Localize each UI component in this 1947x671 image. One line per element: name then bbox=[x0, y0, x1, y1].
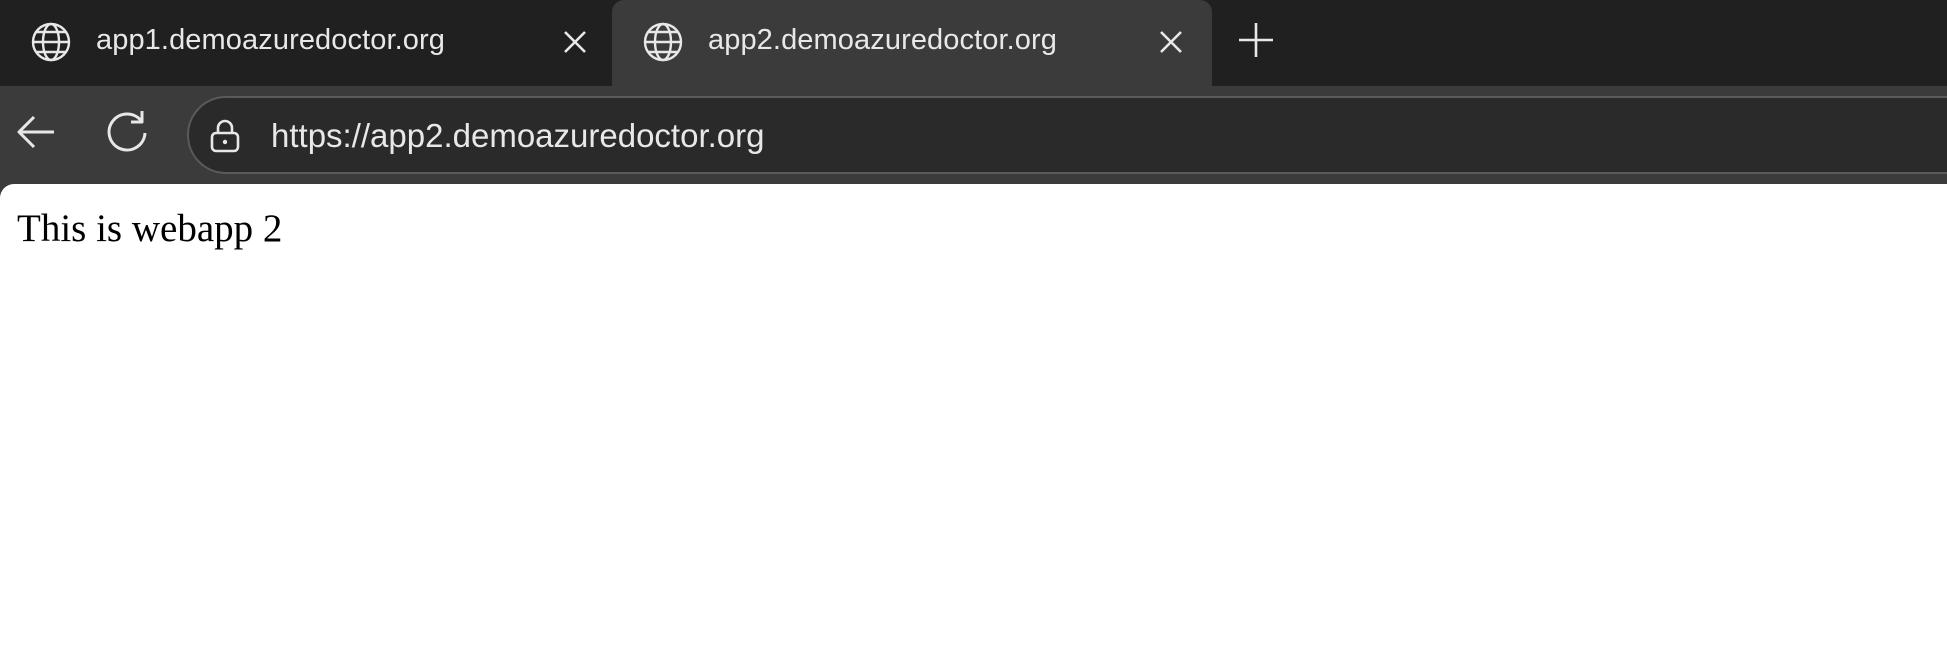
page-viewport: This is webapp 2 bbox=[0, 184, 1947, 671]
page-body-text: This is webapp 2 bbox=[17, 207, 283, 250]
reload-icon[interactable] bbox=[104, 108, 150, 154]
address-bar[interactable]: https://app2.demoazuredoctor.org bbox=[187, 96, 1947, 174]
tab-title: app1.demoazuredoctor.org bbox=[96, 24, 446, 56]
close-icon[interactable] bbox=[562, 29, 588, 55]
tab-strip: app1.demoazuredoctor.org app2.demoazured… bbox=[0, 0, 1947, 86]
back-arrow-icon[interactable] bbox=[14, 110, 58, 154]
url-text[interactable]: https://app2.demoazuredoctor.org bbox=[271, 116, 765, 156]
close-icon[interactable] bbox=[1158, 29, 1184, 55]
tab-app1[interactable]: app1.demoazuredoctor.org bbox=[0, 0, 608, 86]
plus-icon[interactable] bbox=[1236, 20, 1276, 60]
globe-icon bbox=[643, 22, 683, 62]
globe-icon bbox=[31, 22, 71, 62]
lock-icon[interactable] bbox=[209, 119, 241, 153]
tab-title: app2.demoazuredoctor.org bbox=[708, 24, 1058, 56]
tab-app2[interactable]: app2.demoazuredoctor.org bbox=[612, 0, 1212, 86]
browser-toolbar: https://app2.demoazuredoctor.org bbox=[0, 86, 1947, 184]
